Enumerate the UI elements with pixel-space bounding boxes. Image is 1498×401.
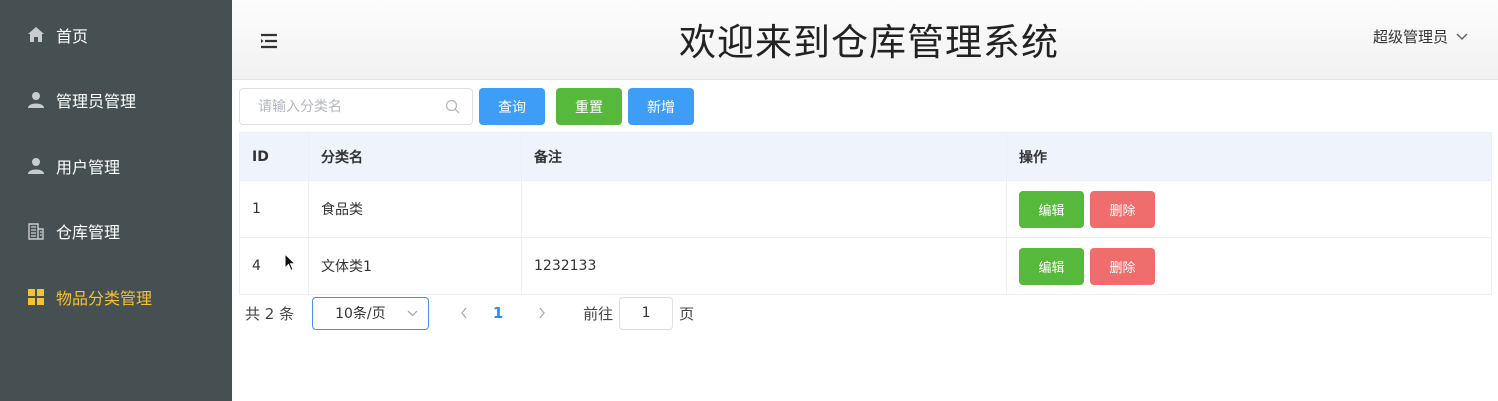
- building-icon: [26, 221, 46, 241]
- page-size-value: 10条/页: [335, 306, 386, 322]
- add-button[interactable]: 新增: [628, 88, 694, 125]
- next-page-button[interactable]: [527, 304, 557, 323]
- column-header-name[interactable]: 分类名: [309, 133, 522, 180]
- table-header: ID 分类名 备注 操作: [240, 133, 1491, 181]
- cell-name: 文体类1: [309, 238, 522, 294]
- sidebar-item-label: 用户管理: [56, 158, 121, 177]
- home-icon: [26, 25, 46, 45]
- user-icon: [26, 90, 46, 110]
- column-header-remark[interactable]: 备注: [522, 133, 1007, 180]
- chevron-down-icon: [407, 310, 418, 316]
- sidebar: 首页 管理员管理 用户管理 仓库管理 物品分类管理: [0, 0, 232, 401]
- sidebar-item-warehouse[interactable]: 仓库管理: [0, 211, 232, 251]
- sidebar-item-label: 管理员管理: [56, 92, 137, 111]
- sidebar-item-label: 物品分类管理: [56, 289, 153, 308]
- chevron-right-icon: [539, 307, 545, 318]
- user-icon: [26, 156, 46, 176]
- pagination: 共 2 条 10条/页 1 前往 页: [245, 296, 694, 330]
- page-number[interactable]: 1: [483, 304, 513, 322]
- sidebar-item-label: 仓库管理: [56, 223, 121, 242]
- mouse-cursor-icon: [284, 253, 297, 272]
- cell-actions: 编辑 删除: [1007, 238, 1491, 294]
- sidebar-item-home[interactable]: 首页: [0, 15, 232, 55]
- page-unit-label: 页: [679, 304, 695, 323]
- cell-remark: [522, 181, 1007, 237]
- sidebar-item-users[interactable]: 用户管理: [0, 146, 232, 186]
- search-box: [239, 88, 473, 125]
- goto-page-input[interactable]: [619, 296, 674, 330]
- column-header-actions[interactable]: 操作: [1007, 133, 1491, 180]
- page-title: 欢迎来到仓库管理系统: [679, 21, 1059, 64]
- header: 欢迎来到仓库管理系统 超级管理员: [232, 0, 1498, 80]
- grid-icon: [26, 287, 46, 307]
- query-button[interactable]: 查询: [479, 88, 545, 125]
- sidebar-item-categories[interactable]: 物品分类管理: [0, 277, 232, 317]
- cell-name: 食品类: [309, 181, 522, 237]
- user-name: 超级管理员: [1372, 28, 1448, 46]
- table-row: 4 文体类1 1232133 编辑 删除: [240, 238, 1491, 295]
- delete-button[interactable]: 删除: [1090, 247, 1155, 285]
- sidebar-item-admins[interactable]: 管理员管理: [0, 80, 232, 120]
- reset-button[interactable]: 重置: [556, 88, 622, 125]
- cell-id: 4: [240, 238, 309, 294]
- table-row: 1 食品类 编辑 删除: [240, 181, 1491, 238]
- chevron-down-icon: [1456, 32, 1468, 40]
- sidebar-item-label: 首页: [56, 27, 89, 46]
- user-menu[interactable]: 超级管理员: [1373, 26, 1468, 47]
- cell-remark: 1232133: [522, 238, 1007, 294]
- chevron-left-icon: [461, 307, 467, 318]
- edit-button[interactable]: 编辑: [1019, 190, 1084, 228]
- category-table: ID 分类名 备注 操作 1 食品类 编辑 删除 4 文体类1 1232133 …: [239, 132, 1492, 295]
- cell-actions: 编辑 删除: [1007, 181, 1491, 237]
- search-input[interactable]: [258, 89, 448, 124]
- goto-label: 前往: [583, 304, 614, 323]
- page-size-select[interactable]: 10条/页: [312, 296, 430, 330]
- column-header-id[interactable]: ID: [240, 133, 309, 180]
- cell-id: 1: [240, 181, 309, 237]
- delete-button[interactable]: 删除: [1090, 190, 1155, 228]
- edit-button[interactable]: 编辑: [1019, 247, 1084, 285]
- total-count: 共 2 条: [245, 304, 295, 323]
- prev-page-button[interactable]: [449, 304, 479, 323]
- search-icon[interactable]: [445, 99, 460, 118]
